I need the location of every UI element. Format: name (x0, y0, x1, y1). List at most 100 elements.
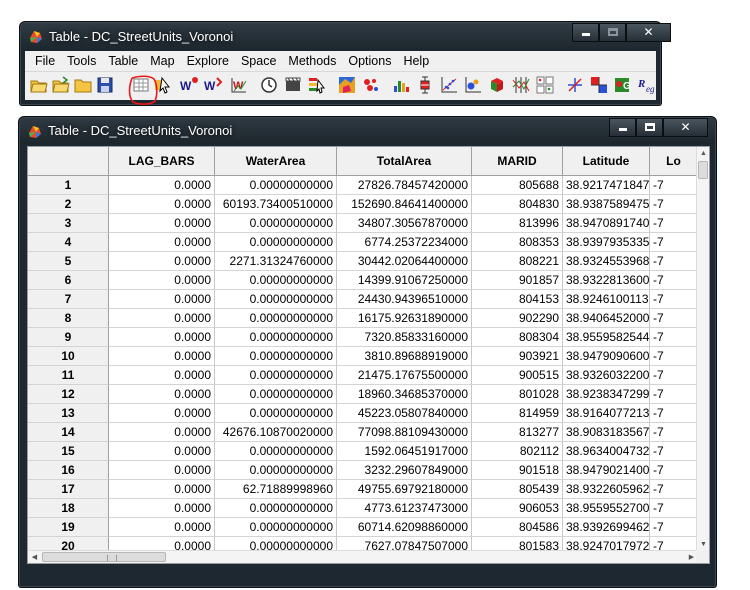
table-cell[interactable]: 6774.25372234000 (337, 233, 472, 252)
menu-methods[interactable]: Methods (282, 54, 342, 68)
table-cell[interactable]: 4773.61237473000 (337, 499, 472, 518)
main-titlebar[interactable]: Table - DC_StreetUnits_Voronoi ✕ (21, 23, 671, 51)
table-row[interactable]: 7 0.0000 0.00000000000 24430.94396510000 804… (28, 290, 698, 309)
table-cell[interactable]: 0.00000000000 (215, 385, 337, 404)
row-number[interactable]: 4 (28, 233, 109, 252)
table-cell[interactable]: 0.0000 (109, 404, 215, 423)
table-row[interactable]: 2 0.0000 60193.73400510000 152690.846414000… (28, 195, 698, 214)
menu-space[interactable]: Space (235, 54, 282, 68)
menu-table[interactable]: Table (102, 54, 144, 68)
table-cell[interactable]: 38.92383472990 (563, 385, 650, 404)
table-cell[interactable]: 62.71889998960 (215, 480, 337, 499)
table-cell[interactable]: 903921 (472, 347, 563, 366)
table-cell[interactable]: 38.93926994620 (563, 518, 650, 537)
row-number[interactable]: 6 (28, 271, 109, 290)
table-cell[interactable]: 0.00000000000 (215, 328, 337, 347)
row-number[interactable]: 15 (28, 442, 109, 461)
table-cell[interactable]: 813996 (472, 214, 563, 233)
table-cell[interactable]: 38.93228136000 (563, 271, 650, 290)
table-cell[interactable]: -7 (650, 176, 698, 195)
map-icon[interactable] (337, 75, 357, 95)
table-cell[interactable]: 0.00000000000 (215, 271, 337, 290)
table-cell[interactable]: 152690.84641400000 (337, 195, 472, 214)
open-project-icon[interactable] (29, 75, 49, 95)
table-cell[interactable]: 14399.91067250000 (337, 271, 472, 290)
row-number[interactable]: 16 (28, 461, 109, 480)
table-row[interactable]: 8 0.0000 0.00000000000 16175.92631890000 902… (28, 309, 698, 328)
table-cell[interactable]: 38.93260322000 (563, 366, 650, 385)
table-cell[interactable]: 38.92174718470 (563, 176, 650, 195)
table-cell[interactable]: 38.93979353350 (563, 233, 650, 252)
regression-icon[interactable]: Reg (637, 75, 657, 95)
minimize-button[interactable] (609, 118, 636, 137)
conditional-plot-icon[interactable] (535, 75, 555, 95)
cluster-map-icon[interactable] (361, 75, 381, 95)
row-number[interactable]: 2 (28, 195, 109, 214)
table-row[interactable]: 16 0.0000 0.00000000000 3232.29607849000 901… (28, 461, 698, 480)
table-cell[interactable]: 60193.73400510000 (215, 195, 337, 214)
table-row[interactable]: 5 0.0000 2271.31324760000 30442.02064400000… (28, 252, 698, 271)
table-cell[interactable]: 808304 (472, 328, 563, 347)
table-cell[interactable]: 0.0000 (109, 423, 215, 442)
table-cell[interactable]: 27826.78457420000 (337, 176, 472, 195)
table-row[interactable]: 11 0.0000 0.00000000000 21475.17675500000 90… (28, 366, 698, 385)
table-cell[interactable]: 0.0000 (109, 366, 215, 385)
weights-create-icon[interactable]: W (179, 75, 199, 95)
column-header-lag-bars[interactable]: LAG_BARS (109, 147, 215, 176)
table-cell[interactable]: -7 (650, 518, 698, 537)
row-number[interactable]: 12 (28, 385, 109, 404)
table-cell[interactable]: -7 (650, 271, 698, 290)
table-cell[interactable]: -7 (650, 309, 698, 328)
table-cell[interactable]: 38.90831835670 (563, 423, 650, 442)
row-number[interactable]: 14 (28, 423, 109, 442)
table-cell[interactable]: 0.00000000000 (215, 404, 337, 423)
table-cell[interactable]: -7 (650, 252, 698, 271)
row-number[interactable]: 8 (28, 309, 109, 328)
table-cell[interactable]: 0.0000 (109, 442, 215, 461)
table-row[interactable]: 14 0.0000 42676.10870020000 77098.881094300… (28, 423, 698, 442)
table-row[interactable]: 18 0.0000 0.00000000000 4773.61237473000 906… (28, 499, 698, 518)
table-cell[interactable]: 802112 (472, 442, 563, 461)
horizontal-scroll-thumb[interactable] (42, 552, 166, 562)
table-cell[interactable]: 0.00000000000 (215, 347, 337, 366)
lisa-icon[interactable]: G (613, 75, 633, 95)
table-row[interactable]: 1 0.0000 0.00000000000 27826.78457420000 805… (28, 176, 698, 195)
table-cell[interactable]: -7 (650, 214, 698, 233)
table-cell[interactable]: 804586 (472, 518, 563, 537)
folder-icon[interactable] (73, 75, 93, 95)
row-number[interactable]: 3 (28, 214, 109, 233)
column-header-totalarea[interactable]: TotalArea (337, 147, 472, 176)
table-cell[interactable]: 0.0000 (109, 252, 215, 271)
table-cell[interactable]: 34807.30567870000 (337, 214, 472, 233)
row-number[interactable]: 10 (28, 347, 109, 366)
table-cell[interactable]: -7 (650, 480, 698, 499)
table-cell[interactable]: 38.91640772130 (563, 404, 650, 423)
table-cell[interactable]: 0.0000 (109, 176, 215, 195)
table-cell[interactable]: 3810.89688919000 (337, 347, 472, 366)
scroll-left-arrow-icon[interactable]: ◀ (28, 551, 41, 563)
table-row[interactable]: 4 0.0000 0.00000000000 6774.25372234000 8083… (28, 233, 698, 252)
vertical-scrollbar[interactable]: ▲ ▼ (696, 147, 709, 551)
moran-scatter-icon[interactable] (589, 75, 609, 95)
data-grid[interactable]: LAG_BARS WaterArea TotalArea MARID Latitude L… (27, 146, 710, 564)
table-cell[interactable]: -7 (650, 461, 698, 480)
table-cell[interactable]: 813277 (472, 423, 563, 442)
table-cell[interactable]: 0.00000000000 (215, 366, 337, 385)
row-number[interactable]: 13 (28, 404, 109, 423)
table-cell[interactable]: 0.00000000000 (215, 442, 337, 461)
table-cell[interactable]: 38.94790906000 (563, 347, 650, 366)
table-cell[interactable]: 0.00000000000 (215, 461, 337, 480)
menu-tools[interactable]: Tools (61, 54, 102, 68)
table-cell[interactable]: 0.0000 (109, 309, 215, 328)
table-cell[interactable]: 0.0000 (109, 214, 215, 233)
table-cell[interactable]: 0.0000 (109, 347, 215, 366)
category-editor-icon[interactable] (307, 75, 327, 95)
clock-icon[interactable] (259, 75, 279, 95)
table-cell[interactable]: 60714.62098860000 (337, 518, 472, 537)
weights-manage-icon[interactable]: W (229, 75, 249, 95)
close-button[interactable]: ✕ (626, 23, 671, 42)
table-cell[interactable]: 38.92461001130 (563, 290, 650, 309)
table-row[interactable]: 15 0.0000 0.00000000000 1592.06451917000 802… (28, 442, 698, 461)
menu-help[interactable]: Help (397, 54, 435, 68)
table-cell[interactable]: 2271.31324760000 (215, 252, 337, 271)
